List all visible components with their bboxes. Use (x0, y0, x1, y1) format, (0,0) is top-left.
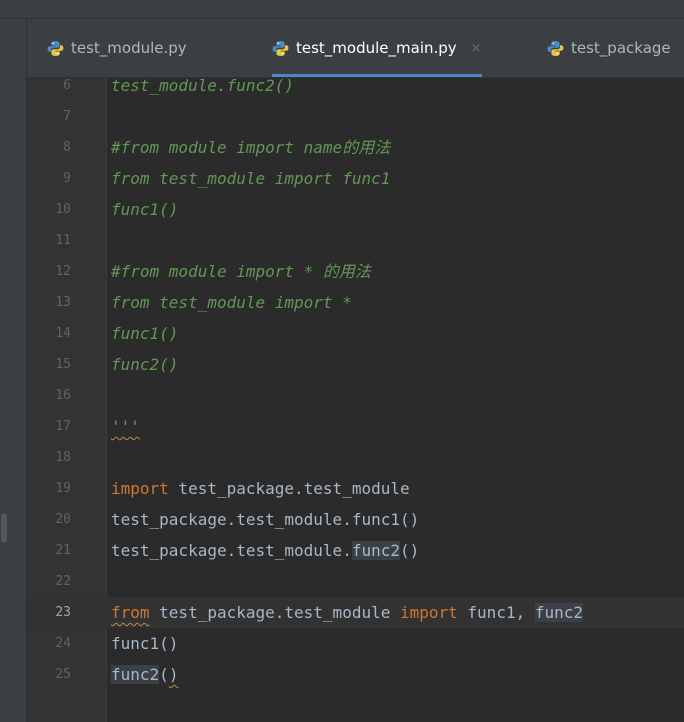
code-text: from test_package.test_module import fun… (111, 597, 584, 628)
code-text: test_package.test_module.func1() (111, 504, 419, 535)
code-token: #from module import * 的用法 (111, 262, 371, 281)
tab-label: test_module_main.py (296, 39, 457, 57)
python-icon (547, 40, 564, 57)
code-line[interactable]: 17 ''' (27, 411, 684, 442)
code-line[interactable]: 11 (27, 225, 684, 256)
line-number: 21 (55, 543, 71, 558)
code-text: func2() (111, 349, 178, 380)
code-token: import (111, 479, 169, 498)
code-text: #from module import name的用法 (111, 132, 390, 163)
code-token: func1, (457, 603, 535, 622)
tool-window-strip (0, 19, 27, 722)
line-number: 20 (55, 512, 71, 527)
line-number: 16 (55, 388, 71, 403)
code-line[interactable]: 25 func2() (27, 659, 684, 690)
code-token: func2 (351, 541, 400, 560)
python-icon (272, 40, 289, 57)
line-number: 18 (55, 450, 71, 465)
code-text: func1() (111, 194, 178, 225)
code-token: () (400, 541, 420, 560)
code-token: test_package.test_module (149, 603, 400, 622)
code-token: func1() (111, 634, 179, 653)
code-line[interactable]: 13 from test_module import * (27, 287, 684, 318)
line-number: 13 (55, 295, 71, 310)
line-number: 15 (55, 357, 71, 372)
code-token: func2 (534, 603, 584, 622)
code-text: func1() (111, 628, 178, 659)
code-token: from test_module import * (111, 293, 352, 312)
tab-test-module-main[interactable]: test_module_main.py × (272, 19, 482, 77)
line-number: 25 (55, 667, 71, 682)
code-line[interactable]: 15 func2() (27, 349, 684, 380)
code-token: test_module.func2() (111, 76, 295, 95)
code-token: from (111, 603, 150, 622)
tool-window-handle[interactable] (1, 513, 7, 543)
line-number: 10 (55, 202, 71, 217)
line-number: 9 (63, 171, 71, 186)
code-token: from test_module import func1 (111, 169, 391, 188)
code-token: ''' (111, 417, 140, 436)
code-token: ) (168, 665, 179, 684)
code-token: func1() (111, 200, 179, 219)
line-number: 6 (63, 78, 71, 93)
line-number: 8 (63, 140, 71, 155)
line-number: 22 (55, 574, 71, 589)
code-text: from test_module import * (111, 287, 352, 318)
code-line[interactable]: 14 func1() (27, 318, 684, 349)
code-line[interactable]: 22 (27, 566, 684, 597)
code-line[interactable]: 10 func1() (27, 194, 684, 225)
code-token: test_package.test_module.func1() (111, 510, 420, 529)
code-token: func2 (111, 665, 160, 684)
code-line[interactable]: 9 from test_module import func1 (27, 163, 684, 194)
code-line[interactable]: 24 func1() (27, 628, 684, 659)
tab-label: test_package (571, 39, 671, 57)
code-editor[interactable]: 6 test_module.func2() 7 8 #from module impor… (27, 76, 684, 722)
code-token: import (399, 603, 458, 622)
code-line[interactable]: 21 test_package.test_module.func2() (27, 535, 684, 566)
code-line[interactable]: 12 #from module import * 的用法 (27, 256, 684, 287)
code-text: test_module.func2() (111, 70, 294, 101)
code-text: import test_package.test_module (111, 473, 410, 504)
line-number: 14 (55, 326, 71, 341)
code-token: test_package.test_module (168, 479, 410, 498)
code-token: ( (159, 665, 169, 684)
code-token: test_package.test_module. (111, 541, 352, 560)
tab-test-module[interactable]: test_module.py (47, 19, 187, 77)
code-token: func2() (111, 355, 179, 374)
code-line[interactable]: 18 (27, 442, 684, 473)
close-icon[interactable]: × (471, 41, 482, 56)
code-line[interactable]: 16 (27, 380, 684, 411)
tab-label: test_module.py (71, 39, 187, 57)
line-number: 7 (63, 109, 71, 124)
line-number: 17 (55, 419, 71, 434)
code-text: #from module import * 的用法 (111, 256, 371, 287)
code-line[interactable]: 6 test_module.func2() (27, 70, 684, 101)
code-line[interactable]: 23 from test_package.test_module import f… (27, 597, 684, 628)
code-text: ''' (111, 411, 140, 442)
code-line[interactable]: 19 import test_package.test_module (27, 473, 684, 504)
line-number: 12 (55, 264, 71, 279)
line-number: 23 (55, 605, 71, 620)
code-token: #from module import name的用法 (111, 138, 391, 157)
line-number: 24 (55, 636, 71, 651)
line-number: 11 (55, 233, 71, 248)
code-text: func2() (111, 659, 178, 690)
line-number: 19 (55, 481, 71, 496)
code-text: func1() (111, 318, 178, 349)
tab-test-package[interactable]: test_package (547, 19, 671, 77)
code-token: func1() (111, 324, 179, 343)
code-line[interactable]: 20 test_package.test_module.func1() (27, 504, 684, 535)
code-line[interactable]: 7 (27, 101, 684, 132)
code-line[interactable]: 8 #from module import name的用法 (27, 132, 684, 163)
code-text: test_package.test_module.func2() (111, 535, 419, 566)
window-title-bar (0, 0, 684, 19)
code-text: from test_module import func1 (111, 163, 390, 194)
python-icon (47, 40, 64, 57)
